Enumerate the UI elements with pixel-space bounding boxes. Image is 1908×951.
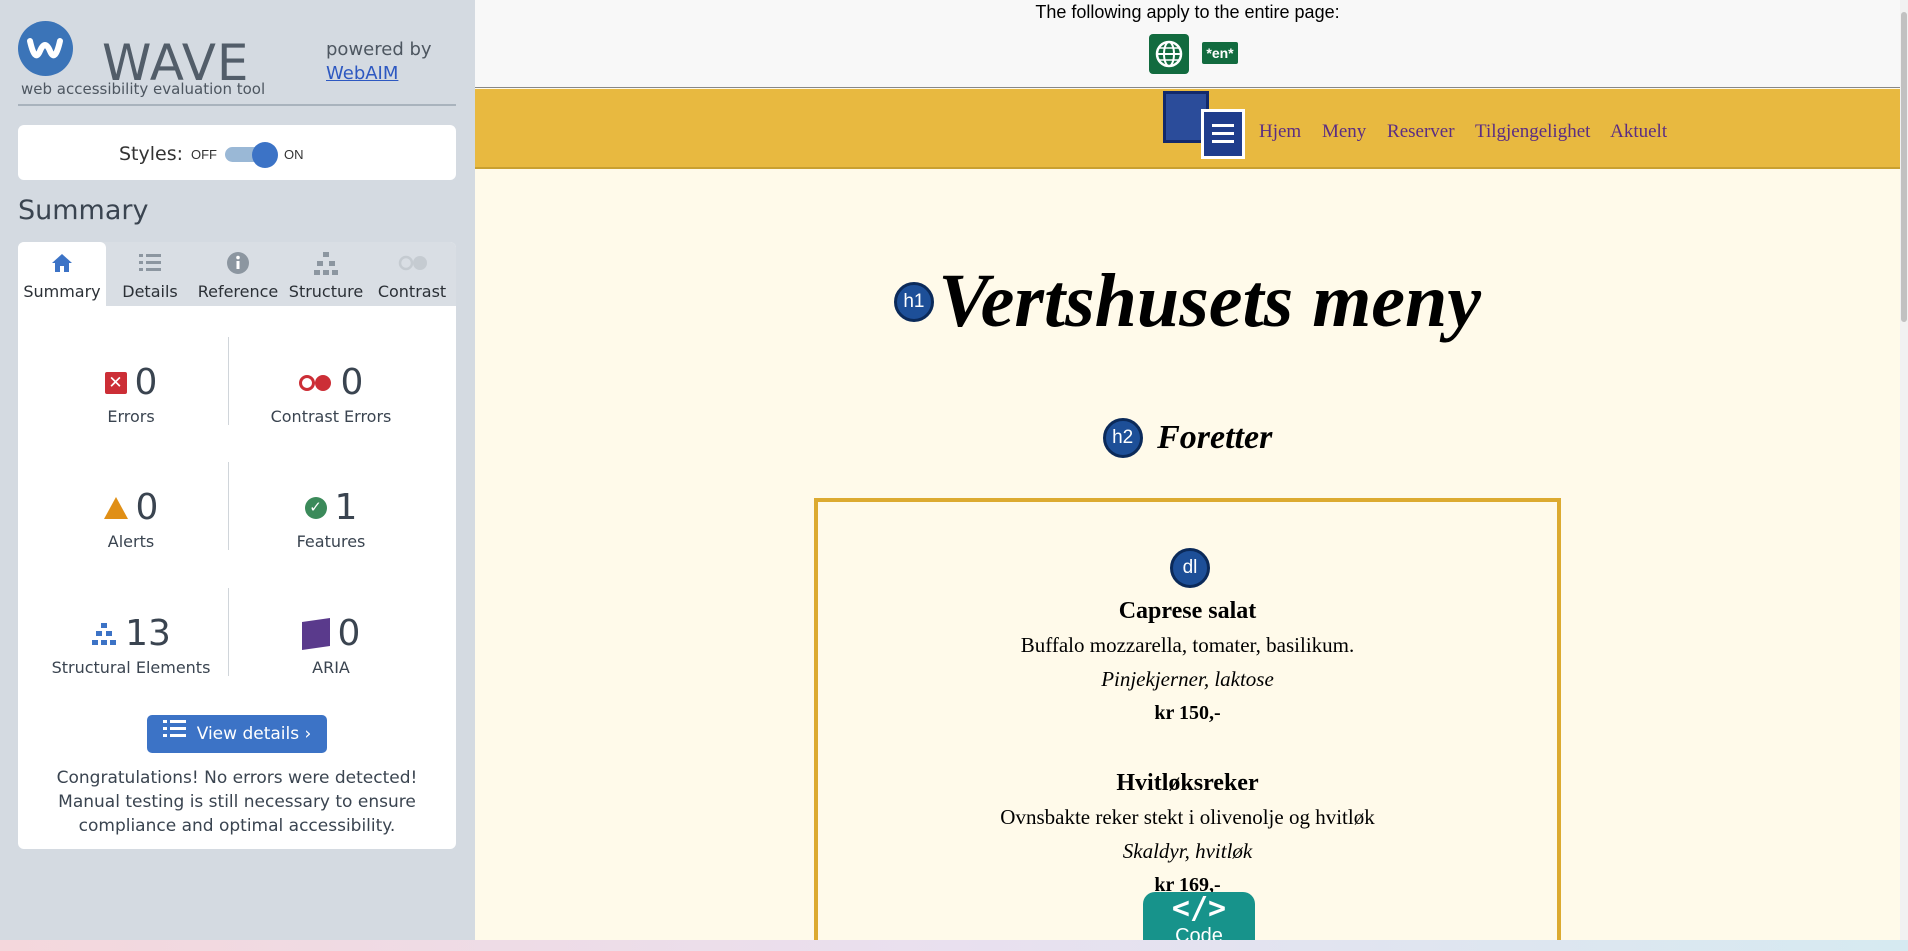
menu-item-price: kr 150,-: [1154, 702, 1221, 724]
tab-label: Details: [122, 282, 178, 301]
wave-logo-icon: [18, 21, 73, 76]
styles-label: Styles:: [119, 143, 184, 165]
menu-item-desc: Buffalo mozzarella, tomater, basilikum.: [1020, 633, 1355, 657]
tab-reference[interactable]: Reference: [194, 242, 282, 306]
features-count: 1: [334, 487, 358, 528]
menu-item-name: Hvitløksreker: [1116, 770, 1259, 796]
menu-item-allergen: Pinjekjerner, laktose: [1101, 667, 1274, 691]
contrast-error-icon: [298, 374, 333, 391]
tab-contrast[interactable]: Contrast: [368, 242, 456, 306]
page-heading-row: h1 Vertshusets meny: [475, 258, 1900, 345]
tab-structure[interactable]: Structure: [282, 242, 370, 306]
wave-sidebar: WAVE web accessibility evaluation tool p…: [0, 0, 475, 951]
code-icon: </>: [1171, 891, 1227, 926]
nav-link-meny[interactable]: Meny: [1322, 121, 1366, 142]
page-scrollbar[interactable]: [1900, 0, 1908, 940]
structure-icon: [91, 622, 117, 646]
contrast-icon: [398, 250, 427, 278]
errors-count: 0: [134, 362, 158, 403]
aria-icon: [301, 617, 330, 650]
tab-summary[interactable]: Summary: [18, 242, 106, 306]
menu-list-box: dl Caprese salat Buffalo mozzarella, tom…: [814, 498, 1561, 940]
summary-panel: Summary Details Reference Structure Cont…: [18, 242, 456, 849]
aria-count: 0: [337, 613, 361, 654]
alert-icon: [103, 496, 128, 519]
h1-badge-icon[interactable]: h1: [893, 281, 934, 322]
view-details-button[interactable]: View details ›: [147, 715, 327, 753]
tab-label: Summary: [23, 282, 101, 301]
styles-toggle-knob[interactable]: [252, 142, 278, 168]
toggle-off-label: OFF: [191, 147, 217, 162]
menu-item: Caprese salat Buffalo mozzarella, tomate…: [818, 594, 1557, 730]
stat-structural[interactable]: 13 Structural Elements: [31, 613, 231, 677]
wave-subtitle: web accessibility evaluation tool: [21, 80, 266, 98]
menu-item-allergen: Skaldyr, hvitløk: [1122, 839, 1253, 863]
summary-title: Summary: [18, 195, 149, 226]
structural-count: 13: [125, 613, 171, 654]
section-title: Foretter: [1157, 419, 1273, 456]
globe-language-icon[interactable]: [1149, 34, 1189, 74]
list-icon: [162, 715, 187, 753]
divider: [228, 337, 229, 425]
view-details-label: View details ›: [196, 724, 312, 744]
aria-label: ARIA: [312, 658, 350, 677]
alerts-label: Alerts: [107, 532, 155, 551]
site-navbar: Hjem Meny Reserver Tilgjengelighet Aktue…: [475, 89, 1900, 169]
home-icon: [48, 250, 76, 278]
stat-aria[interactable]: 0 ARIA: [231, 613, 431, 677]
powered-by: powered by WebAIM: [326, 38, 432, 86]
stat-errors[interactable]: ✕ 0 Errors: [31, 362, 231, 426]
nav-link-reserver[interactable]: Reserver: [1387, 121, 1455, 142]
page-level-notice: The following apply to the entire page:: [1035, 2, 1340, 22]
tab-label: Reference: [197, 282, 279, 301]
list-icon: [136, 250, 164, 278]
nav-link-tilgjengelighet[interactable]: Tilgjengelighet: [1475, 121, 1590, 142]
evaluated-page: The following apply to the entire page: …: [475, 0, 1900, 940]
menu-item: Hvitløksreker Ovnsbakte reker stekt i ol…: [818, 766, 1557, 902]
nav-links: Hjem Meny Reserver Tilgjengelighet Aktue…: [1259, 121, 1683, 143]
dl-badge-icon[interactable]: dl: [1170, 548, 1210, 588]
contrast-errors-label: Contrast Errors: [270, 407, 392, 426]
features-label: Features: [296, 532, 366, 551]
menu-item-desc: Ovnsbakte reker stekt i olivenolje og hv…: [1000, 805, 1375, 829]
toggle-on-label: ON: [284, 147, 304, 162]
error-icon: ✕: [104, 371, 127, 394]
info-icon: [224, 250, 252, 278]
contrast-errors-count: 0: [340, 362, 364, 403]
h2-badge-icon[interactable]: h2: [1102, 418, 1143, 458]
code-toggle-button[interactable]: </> Code: [1143, 892, 1255, 940]
stat-contrast-errors[interactable]: 0 Contrast Errors: [231, 362, 431, 426]
page-level-icons-bar: The following apply to the entire page: …: [475, 0, 1900, 88]
site-logo-overlay-icon: [1201, 109, 1245, 159]
section-heading-row: h2 Foretter: [475, 418, 1900, 458]
wave-tabs: Summary Details Reference Structure Cont…: [18, 242, 456, 306]
divider: [228, 462, 229, 550]
errors-label: Errors: [107, 407, 155, 426]
tab-label: Structure: [288, 282, 364, 301]
structural-label: Structural Elements: [51, 658, 211, 677]
nav-link-aktuelt[interactable]: Aktuelt: [1610, 121, 1667, 142]
nav-link-hjem[interactable]: Hjem: [1259, 121, 1301, 142]
alerts-count: 0: [135, 487, 159, 528]
code-label: Code: [1175, 925, 1223, 940]
divider: [228, 588, 229, 676]
tab-details[interactable]: Details: [106, 242, 194, 306]
menu-item-name: Caprese salat: [1118, 598, 1257, 624]
scrollbar-thumb[interactable]: [1901, 12, 1907, 322]
powered-by-label: powered by: [326, 39, 432, 60]
tab-label: Contrast: [377, 282, 447, 301]
styles-toggle-box: Styles: OFF ON: [18, 125, 456, 180]
congrats-message: Congratulations! No errors were detected…: [56, 768, 418, 836]
bottom-strip: [0, 940, 1908, 951]
structure-icon: [312, 250, 340, 278]
stat-features[interactable]: ✓ 1 Features: [231, 487, 431, 551]
stat-alerts[interactable]: 0 Alerts: [31, 487, 231, 551]
feature-check-icon: ✓: [304, 496, 327, 519]
wave-header: WAVE web accessibility evaluation tool p…: [18, 18, 456, 106]
webaim-link[interactable]: WebAIM: [326, 63, 398, 84]
page-title: Vertshusets meny: [938, 259, 1482, 343]
lang-en-badge[interactable]: *en*: [1202, 42, 1238, 64]
